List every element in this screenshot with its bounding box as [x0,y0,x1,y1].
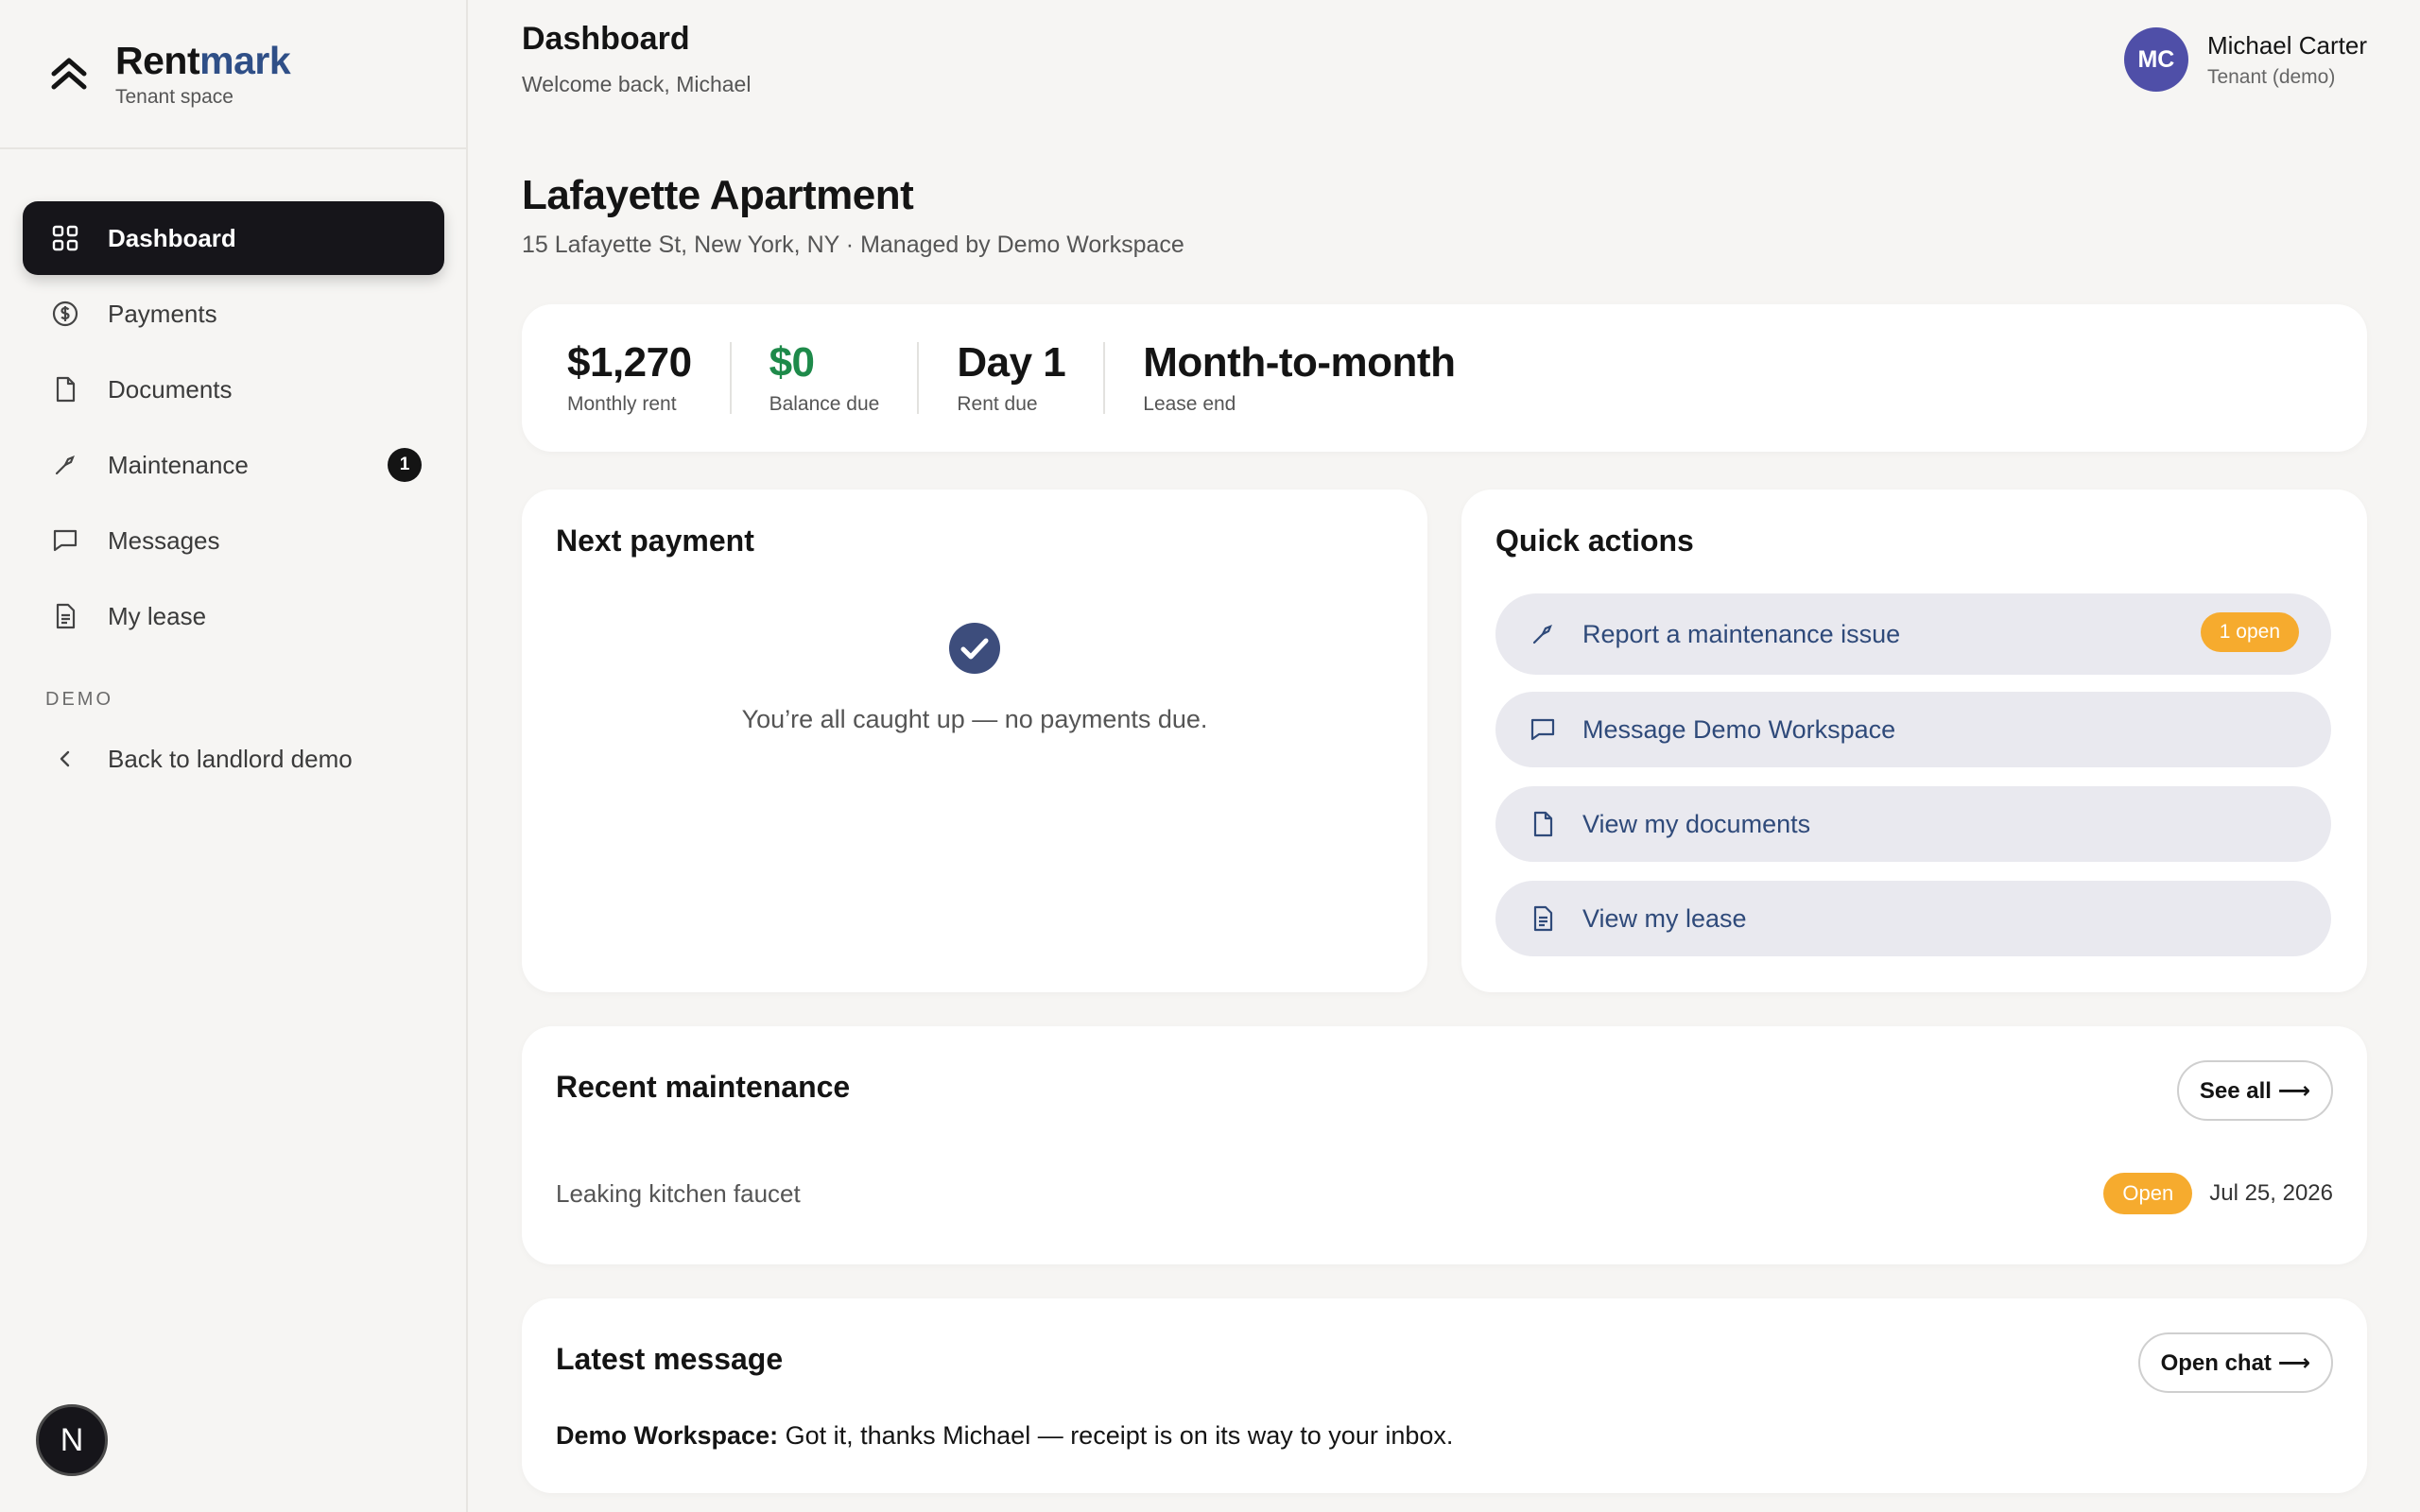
brand: Rentmark Tenant space [0,0,466,149]
card-title: Latest message [556,1342,784,1376]
list-item[interactable]: Leaking kitchen faucet Open Jul 25, 2026 [556,1170,2333,1217]
sidebar: Rentmark Tenant space Dashboard Payments… [0,0,468,1512]
notification-badge: 1 [388,448,422,482]
latest-message-card: Latest message Open chat ⟶ Demo Workspac… [522,1298,2367,1493]
brand-name[interactable]: Rentmark [115,39,291,82]
back-to-landlord-link[interactable]: Back to landlord demo [23,722,444,796]
wrench-icon [1526,617,1560,651]
page-title: Dashboard [522,21,690,57]
stat-value: $1,270 [567,339,692,386]
next-payment-card: Next payment You’re all caught up — no p… [522,490,1427,992]
wrench-icon [49,449,81,481]
view-lease-button[interactable]: View my lease [1495,881,2331,956]
file-text-icon [49,600,81,632]
stat-monthly-rent: $1,270 Monthly rent [567,339,732,415]
button-label: View my lease [1582,903,1747,933]
user-name: Michael Carter [2206,30,2367,60]
sidebar-item-label: Messages [108,525,220,555]
sidebar-item-dashboard[interactable]: Dashboard [23,201,444,275]
brand-subtitle: Tenant space [115,86,233,108]
chevrons-up-icon[interactable] [45,50,93,97]
chevron-left-icon [49,743,81,775]
lease-stats-card: $1,270 Monthly rent $0 Balance due Day 1… [522,304,2367,452]
sidebar-item-label: Maintenance [108,450,249,479]
no-payments-message: You’re all caught up — no payments due. [741,705,1208,733]
property-title: Lafayette Apartment [522,172,914,218]
document-icon [49,373,81,405]
stat-label: Lease end [1143,393,1236,415]
button-label: Report a maintenance issue [1582,619,1901,648]
grid-icon [49,222,81,254]
brand-name-part2: mark [199,39,291,82]
user-role: Tenant (demo) [2206,65,2336,88]
chat-icon [1526,713,1560,747]
document-icon [1526,807,1560,841]
sidebar-item-payments[interactable]: Payments [23,277,444,351]
status-badge: Open [2103,1173,2193,1214]
dev-tools-button[interactable]: N [36,1404,108,1476]
quick-actions-card: Quick actions Report a maintenance issue… [1461,490,2367,992]
sidebar-item-maintenance[interactable]: Maintenance 1 [23,428,444,502]
sidebar-item-label: My lease [108,601,207,630]
stat-label: Monthly rent [567,393,677,415]
button-label: View my documents [1582,809,1811,838]
brand-name-part1: Rent [115,39,200,82]
header: Dashboard Welcome back, Michael MC Micha… [522,0,2367,149]
file-text-icon [1526,902,1560,936]
sidebar-item-my-lease[interactable]: My lease [23,579,444,653]
stat-value: Day 1 [957,339,1066,386]
button-label: Message Demo Workspace [1582,714,1896,744]
chat-icon [49,524,81,557]
message-sender: Demo Workspace: [556,1421,779,1450]
dollar-circle-icon [49,298,81,330]
sidebar-item-label: Documents [108,374,233,404]
sidebar-item-label: Dashboard [108,223,236,252]
sidebar-nav: Dashboard Payments Documents Maintenance… [23,201,444,798]
stat-balance-due: $0 Balance due [769,339,920,415]
message-workspace-button[interactable]: Message Demo Workspace [1495,692,2331,767]
welcome-text: Welcome back, Michael [522,72,752,96]
view-documents-button[interactable]: View my documents [1495,786,2331,862]
recent-maintenance-card: Recent maintenance See all ⟶ Leaking kit… [522,1026,2367,1264]
stat-value: $0 [769,339,815,386]
check-circle-icon [948,622,1001,679]
property-subtitle: 15 Lafayette St, New York, NY · Managed … [522,232,1184,258]
card-title: Next payment [556,524,754,558]
stat-lease-end: Month-to-month Lease end [1143,339,1493,416]
stat-rent-due: Day 1 Rent due [957,339,1106,415]
open-chat-button[interactable]: Open chat ⟶ [2137,1332,2333,1393]
maintenance-title: Leaking kitchen faucet [556,1178,801,1208]
card-title: Recent maintenance [556,1070,851,1104]
user-menu[interactable]: MC Michael Carter Tenant (demo) [2123,27,2367,92]
sidebar-section-label: DEMO [45,689,113,710]
sidebar-item-label: Payments [108,299,217,328]
open-count-badge: 1 open [2200,612,2299,652]
avatar[interactable]: MC [2123,27,2188,92]
back-link-label: Back to landlord demo [108,744,353,773]
latest-message-text: Demo Workspace: Got it, thanks Michael —… [556,1421,1453,1451]
stat-label: Balance due [769,393,880,415]
maintenance-date: Jul 25, 2026 [2209,1180,2333,1206]
main-content: Dashboard Welcome back, Michael MC Micha… [522,0,2367,1493]
sidebar-item-documents[interactable]: Documents [23,352,444,426]
see-all-button[interactable]: See all ⟶ [2176,1060,2333,1121]
message-body: Got it, thanks Michael — receipt is on i… [778,1421,1454,1450]
stat-value: Month-to-month [1143,339,1456,386]
card-title: Quick actions [1495,524,1694,558]
sidebar-item-messages[interactable]: Messages [23,504,444,577]
report-maintenance-button[interactable]: Report a maintenance issue 1 open [1495,593,2331,675]
stat-label: Rent due [957,393,1038,415]
